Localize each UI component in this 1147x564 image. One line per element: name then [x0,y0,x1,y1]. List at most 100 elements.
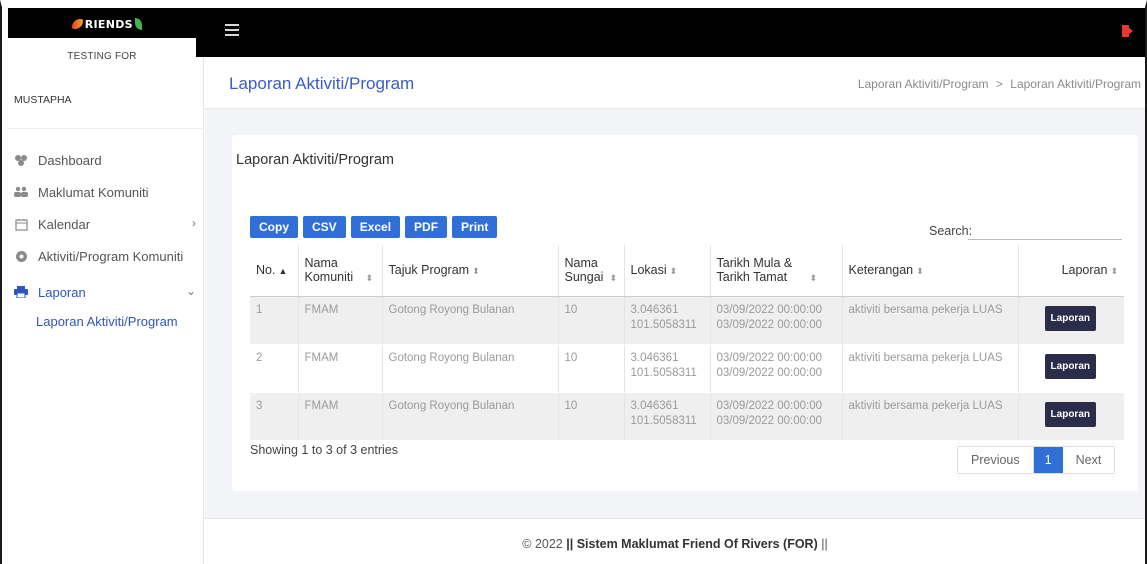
column-header-label: Tarikh Mula & Tarikh Tamat [716,256,793,285]
page-1-button[interactable]: 1 [1033,447,1063,473]
lokasi-lng: 101.5058311 [630,318,697,331]
excel-button[interactable]: Excel [350,216,401,238]
sidebar-item-maklumat-komuniti[interactable]: Maklumat Komuniti [14,182,198,202]
cell-tajuk: Gotong Royong Bulanan [382,296,559,345]
breadcrumb-item: Laporan Aktiviti/Program [1010,77,1141,91]
cell-keterangan: aktiviti bersama pekerja LUAS [842,296,1019,345]
sort-icon: ⬍ [669,266,678,277]
pagination: Previous 1 Next [957,446,1116,474]
column-header-no[interactable]: No. ▲ [250,245,299,297]
cell-no: 1 [250,296,299,345]
divider [8,128,204,129]
sidebar-item-aktiviti-program[interactable]: Aktiviti/Program Komuniti [14,246,198,266]
column-header-label: Keterangan [848,263,914,278]
sort-icon: ⬍ [809,273,818,284]
cell-tarikh: 03/09/2022 00:00:00 03/09/2022 00:00:00 [710,344,843,393]
print-button[interactable]: Print [452,216,498,238]
footer-system-name: Sistem Maklumat Friend Of Rivers (FOR) [576,537,818,551]
next-button[interactable]: Next [1062,447,1115,473]
copyright: © 2022 [522,537,567,551]
copy-button[interactable]: Copy [250,216,298,238]
search-label: Search: [929,224,973,238]
tarikh-tamat: 03/09/2022 00:00:00 [716,318,823,331]
dashboard-icon [14,153,28,167]
cell-lokasi: 3.046361 101.5058311 [624,344,711,393]
sort-icon: ⬍ [1110,266,1118,277]
table-header-row: No. ▲ Nama Komuniti ⬍ Tajuk Program ⬍ Nama … [250,245,1124,297]
cell-laporan: Laporan [1018,344,1124,393]
laporan-button[interactable]: Laporan [1044,353,1096,379]
laporan-button[interactable]: Laporan [1044,401,1096,427]
cell-no: 2 [250,344,299,393]
tarikh-tamat: 03/09/2022 00:00:00 [716,414,823,427]
brand-logo[interactable]: RIENDS [72,12,142,36]
column-header-label: Nama Komuniti [304,256,354,285]
column-header-komuniti[interactable]: Nama Komuniti ⬍ [298,245,383,297]
page-title: Laporan Aktiviti/Program [229,74,415,93]
breadcrumb: Laporan Aktiviti/Program > Laporan Aktiv… [858,77,1141,91]
previous-button[interactable]: Previous [958,447,1034,473]
sort-icon: ⬍ [365,273,374,284]
sidebar [8,57,204,564]
sort-icon: ⬍ [609,273,618,284]
lokasi-lat: 3.046361 [630,399,679,412]
cell-komuniti: FMAM [298,392,383,441]
menu-toggle-icon[interactable] [225,24,239,36]
sort-icon: ⬍ [472,266,480,277]
sidebar-item-label: Dashboard [38,152,102,168]
cell-tarikh: 03/09/2022 00:00:00 03/09/2022 00:00:00 [710,296,843,345]
cell-no: 3 [250,392,299,441]
sort-icon: ⬍ [916,266,924,277]
calendar-icon [14,217,28,231]
column-header-laporan[interactable]: Laporan ⬍ [1018,245,1124,297]
sidebar-item-label: Maklumat Komuniti [38,184,149,200]
csv-button[interactable]: CSV [303,216,346,238]
lokasi-lat: 3.046361 [630,303,679,316]
cell-tarikh: 03/09/2022 00:00:00 03/09/2022 00:00:00 [710,392,843,441]
cell-keterangan: aktiviti bersama pekerja LUAS [842,344,1019,393]
column-header-lokasi[interactable]: Lokasi ⬍ [624,245,711,297]
cell-laporan: Laporan [1018,392,1124,441]
footer-separator: || [821,537,828,551]
table-row: 3 FMAM Gotong Royong Bulanan 10 3.046361… [250,392,1124,441]
column-header-label: Lokasi [630,263,667,278]
activity-icon [14,249,28,263]
sidebar-item-kalendar[interactable]: Kalendar › [14,214,198,234]
cell-tajuk: Gotong Royong Bulanan [382,392,559,441]
breadcrumb-separator: > [995,77,1003,91]
column-header-sungai[interactable]: Nama Sungai ⬍ [558,245,625,297]
cell-lokasi: 3.046361 101.5058311 [624,392,711,441]
sidebar-item-laporan[interactable]: Laporan ⌄ [14,282,198,302]
chevron-right-icon: › [192,216,196,230]
cell-sungai: 10 [558,296,625,345]
column-header-keterangan[interactable]: Keterangan ⬍ [842,245,1019,297]
chevron-down-icon: ⌄ [185,284,196,298]
column-header-tajuk[interactable]: Tajuk Program ⬍ [382,245,559,297]
laporan-button[interactable]: Laporan [1044,305,1096,331]
search-input[interactable] [968,220,1122,240]
breadcrumb-item[interactable]: Laporan Aktiviti/Program [858,77,989,91]
lokasi-lng: 101.5058311 [630,366,697,379]
sort-asc-icon: ▲ [278,266,288,277]
cell-komuniti: FMAM [298,296,383,345]
cell-sungai: 10 [558,344,625,393]
sidebar-subitem-laporan-aktiviti[interactable]: Laporan Aktiviti/Program [36,314,178,329]
logo-leaf-icon [134,18,142,30]
tarikh-mula: 03/09/2022 00:00:00 [716,399,823,412]
export-buttons: Copy CSV Excel PDF Print [250,216,502,238]
card-title: Laporan Aktiviti/Program [236,152,394,168]
lokasi-lng: 101.5058311 [630,414,697,427]
column-header-label: Nama Sungai [564,256,604,285]
column-header-label: Laporan [1061,263,1108,278]
user-name: MUSTAPHA [14,94,72,106]
report-table: No. ▲ Nama Komuniti ⬍ Tajuk Program ⬍ Nama … [250,245,1124,441]
table-info: Showing 1 to 3 of 3 entries [250,443,399,457]
sidebar-item-dashboard[interactable]: Dashboard [14,150,198,170]
table-row: 2 FMAM Gotong Royong Bulanan 10 3.046361… [250,344,1124,393]
column-header-tarikh[interactable]: Tarikh Mula & Tarikh Tamat ⬍ [710,245,843,297]
cell-lokasi: 3.046361 101.5058311 [624,296,711,345]
sidebar-item-label: Aktiviti/Program Komuniti [38,248,184,264]
logout-icon[interactable] [1122,24,1136,38]
pdf-button[interactable]: PDF [405,216,448,238]
cell-sungai: 10 [558,392,625,441]
